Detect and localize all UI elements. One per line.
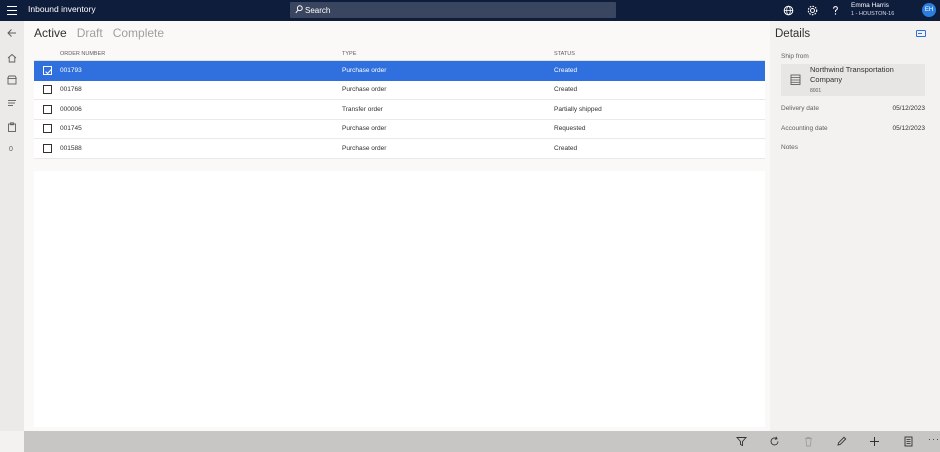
order-status: Created <box>554 66 578 74</box>
tab-complete[interactable]: Complete <box>113 26 164 40</box>
tab-bar: Active Draft Complete <box>34 26 164 40</box>
order-type: Purchase order <box>342 144 387 152</box>
ship-from-card[interactable]: Northwind Transportation Company 8001 <box>781 64 925 96</box>
table-row[interactable]: 001768 Purchase order Created <box>34 80 765 100</box>
store-icon[interactable] <box>6 74 18 86</box>
clipboard-icon[interactable] <box>6 121 18 133</box>
building-icon <box>790 74 801 85</box>
table-empty-area <box>34 171 765 427</box>
ship-from-name: Northwind Transportation Company <box>810 65 894 84</box>
search-icon <box>295 5 303 14</box>
avatar[interactable]: EH <box>922 3 936 17</box>
column-header-order-number[interactable]: ORDER NUMBER <box>60 51 342 57</box>
tab-active[interactable]: Active <box>34 26 67 40</box>
delivery-date-label: Delivery date <box>781 105 819 112</box>
delete-icon[interactable] <box>803 436 814 447</box>
menu-icon[interactable] <box>7 6 17 15</box>
row-checkbox[interactable] <box>42 85 52 95</box>
table-row[interactable]: 001745 Purchase order Requested <box>34 119 765 139</box>
order-type: Transfer order <box>342 105 383 113</box>
user-location: 1 - HOUSTON-16 <box>851 11 895 17</box>
refresh-icon[interactable] <box>769 436 780 447</box>
order-number: 001745 <box>60 125 82 133</box>
ship-from-code: 8001 <box>810 88 822 94</box>
card-icon[interactable] <box>916 30 926 37</box>
table-row[interactable]: 001588 Purchase order Created <box>34 139 765 159</box>
add-icon[interactable] <box>869 436 880 447</box>
order-number: 000006 <box>60 105 82 113</box>
edit-icon[interactable] <box>836 436 847 447</box>
table-row[interactable]: 001793 Purchase order Created <box>34 61 765 81</box>
order-type: Purchase order <box>342 86 387 94</box>
column-header-type[interactable]: TYPE <box>342 51 554 57</box>
details-pane: Details Ship from Northwind Transportati… <box>770 21 940 431</box>
main-content: Active Draft Complete ORDER NUMBER TYPE … <box>24 21 770 431</box>
order-status: Partially shipped <box>554 105 602 113</box>
accounting-date-label: Accounting date <box>781 125 828 132</box>
order-type: Purchase order <box>342 125 387 133</box>
notes-label: Notes <box>781 144 798 151</box>
left-rail: 0 <box>0 21 24 431</box>
help-icon[interactable] <box>830 5 841 16</box>
check-icon <box>44 68 52 74</box>
order-status: Created <box>554 86 578 94</box>
tab-draft[interactable]: Draft <box>77 26 103 40</box>
row-checkbox[interactable] <box>42 143 52 153</box>
more-options-icon[interactable]: ··· <box>928 434 940 444</box>
order-status: Requested <box>554 125 586 133</box>
details-title: Details <box>775 28 811 40</box>
user-info[interactable]: Emma Harris 1 - HOUSTON-16 <box>851 2 894 18</box>
list-icon[interactable] <box>6 97 18 109</box>
home-icon[interactable] <box>6 52 18 64</box>
filter-icon[interactable] <box>736 436 747 447</box>
order-number: 001768 <box>60 86 82 94</box>
gear-icon[interactable] <box>807 5 818 16</box>
row-checkbox[interactable] <box>42 104 52 114</box>
globe-icon[interactable] <box>783 5 794 16</box>
row-checkbox[interactable] <box>42 65 52 75</box>
column-header-status[interactable]: STATUS <box>554 51 765 57</box>
table-header: ORDER NUMBER TYPE STATUS <box>34 47 765 61</box>
user-name: Emma Harris <box>851 2 889 9</box>
back-arrow-icon[interactable] <box>6 27 18 39</box>
accounting-date-value: 05/12/2023 <box>892 125 925 132</box>
app-title: Inbound inventory <box>28 4 96 14</box>
order-number: 001793 <box>60 66 82 74</box>
order-number: 001588 <box>60 144 82 152</box>
orders-table: ORDER NUMBER TYPE STATUS 001793 Purchase… <box>34 47 765 159</box>
bottom-app-bar: ··· <box>24 431 940 452</box>
table-row[interactable]: 000006 Transfer order Partially shipped <box>34 100 765 120</box>
ship-from-label: Ship from <box>781 53 809 60</box>
order-status: Created <box>554 144 578 152</box>
delivery-date-value: 05/12/2023 <box>892 105 925 112</box>
top-bar: Inbound inventory Emma Harris 1 - HOUSTO… <box>0 0 940 21</box>
search-box[interactable] <box>290 2 616 18</box>
search-input[interactable] <box>305 3 605 17</box>
cart-count: 0 <box>9 146 13 153</box>
order-type: Purchase order <box>342 66 387 74</box>
row-checkbox[interactable] <box>42 124 52 134</box>
document-icon[interactable] <box>903 436 914 447</box>
